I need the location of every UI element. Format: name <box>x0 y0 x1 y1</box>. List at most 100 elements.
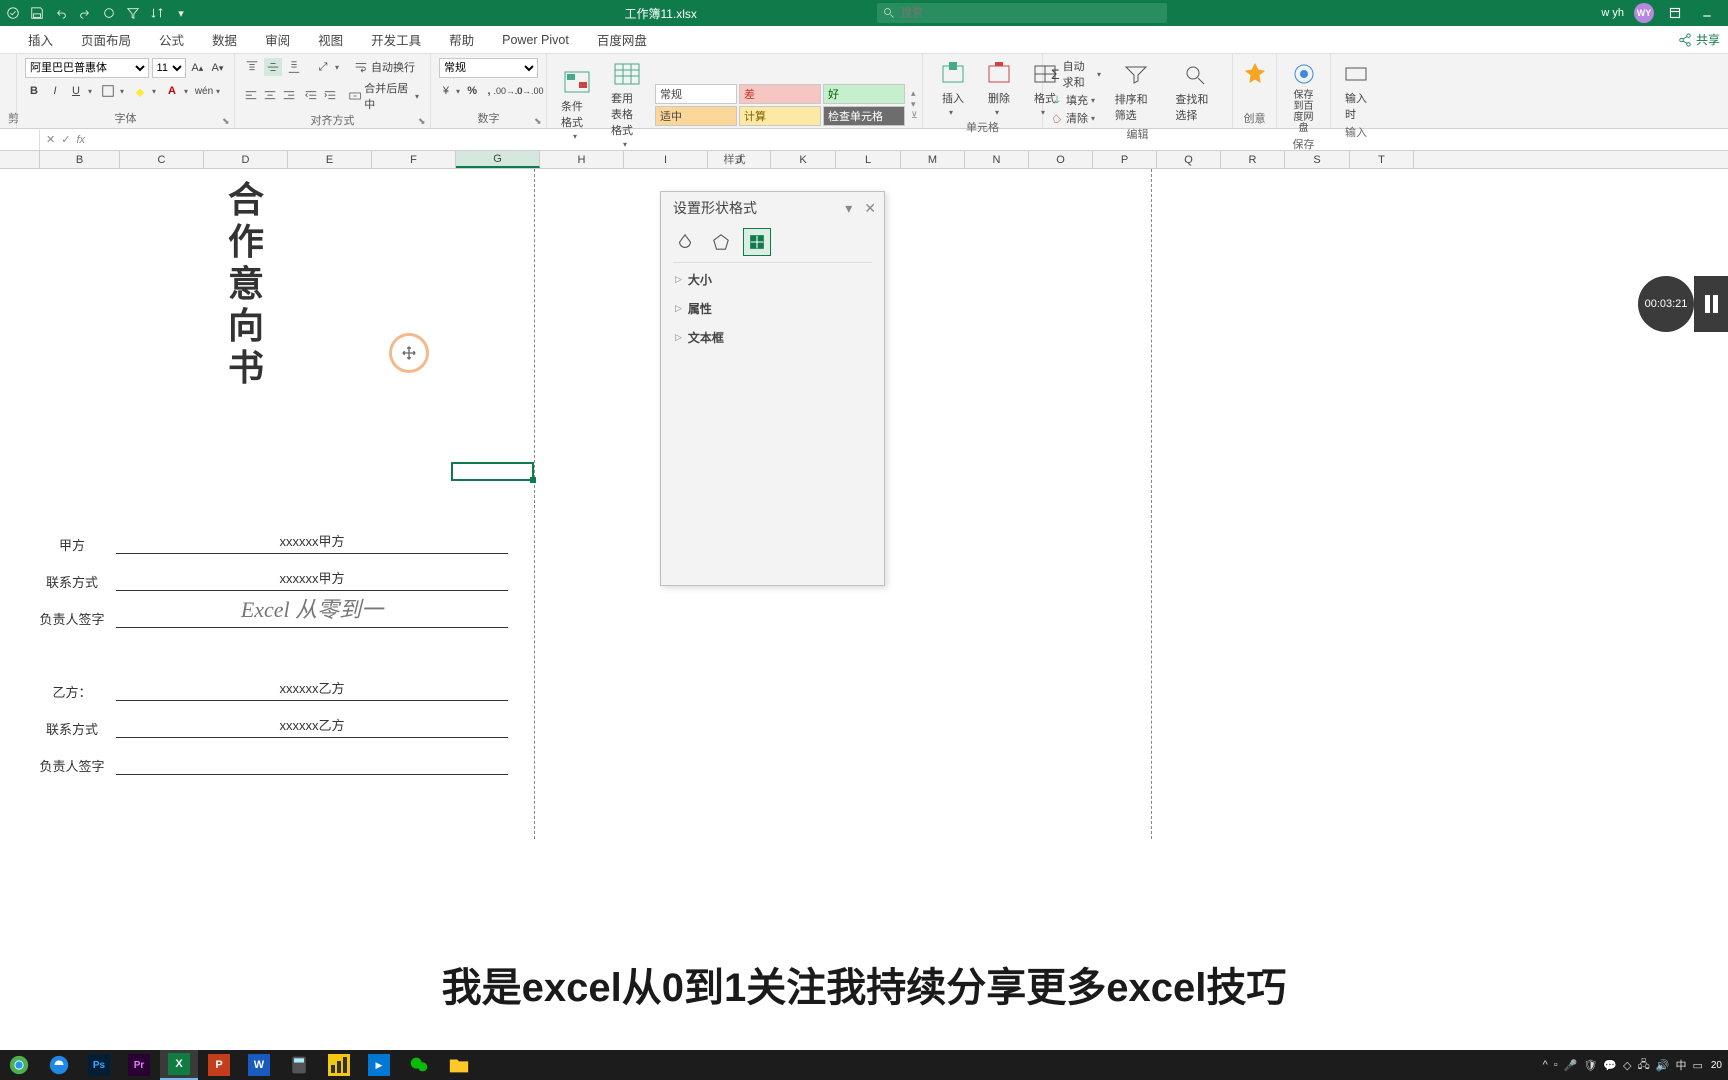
bold-icon[interactable]: B <box>25 82 43 100</box>
system-tray[interactable]: ^ ▫ 🎤 🛡 💬 ◇ 🖧 🔊 中 ▭ <box>1543 1056 1703 1075</box>
autosave-icon[interactable] <box>4 4 22 22</box>
pane-section-文本框[interactable]: ▷文本框 <box>661 323 884 352</box>
share-button[interactable]: 共享 <box>1678 31 1728 48</box>
sort-filter-button[interactable]: 排序和筛选 <box>1109 59 1164 125</box>
minimize-icon[interactable] <box>1696 2 1718 24</box>
style-bad[interactable]: 差 <box>739 84 821 104</box>
fill-button[interactable]: 填充▾ <box>1051 92 1103 108</box>
col-header-Q[interactable]: Q <box>1157 151 1221 168</box>
col-header-P[interactable]: P <box>1093 151 1157 168</box>
pause-button[interactable] <box>1694 276 1728 332</box>
col-header-D[interactable]: D <box>204 151 288 168</box>
style-good[interactable]: 好 <box>823 84 905 104</box>
col-header-T[interactable]: T <box>1350 151 1414 168</box>
fill-line-tab[interactable] <box>671 228 699 256</box>
ribbon-display-icon[interactable] <box>1664 2 1686 24</box>
find-select-button[interactable]: 查找和选择 <box>1169 59 1224 125</box>
word-icon[interactable]: W <box>240 1050 278 1080</box>
style-normal[interactable]: 常规 <box>655 84 737 104</box>
col-header-E[interactable]: E <box>288 151 372 168</box>
chrome-icon[interactable] <box>0 1050 38 1080</box>
style-calc[interactable]: 计算 <box>739 106 821 126</box>
col-header-S[interactable]: S <box>1285 151 1350 168</box>
align-top-icon[interactable] <box>243 58 261 76</box>
col-header-N[interactable]: N <box>965 151 1029 168</box>
styles-more-icon[interactable]: ⊻ <box>911 110 918 121</box>
number-format-select[interactable]: 常规 <box>439 58 538 78</box>
tab-百度网盘[interactable]: 百度网盘 <box>583 26 661 54</box>
tab-插入[interactable]: 插入 <box>14 26 67 54</box>
decrease-decimal-icon[interactable]: .0→.00 <box>520 82 538 100</box>
pane-section-属性[interactable]: ▷属性 <box>661 294 884 323</box>
clock[interactable]: 20 <box>1711 1060 1722 1071</box>
delete-cells-button[interactable]: 删除▾ <box>977 58 1021 119</box>
ideas-button[interactable] <box>1241 58 1268 90</box>
insert-cells-button[interactable]: 插入▾ <box>931 58 975 119</box>
save-icon[interactable] <box>28 4 46 22</box>
col-header-O[interactable]: O <box>1029 151 1093 168</box>
col-header-G[interactable]: G <box>456 151 540 168</box>
cancel-icon[interactable]: ✕ <box>46 133 55 146</box>
increase-indent-icon[interactable] <box>322 87 338 105</box>
italic-icon[interactable]: I <box>46 82 64 100</box>
pane-section-大小[interactable]: ▷大小 <box>661 265 884 294</box>
pane-close-icon[interactable]: ✕ <box>864 200 876 217</box>
decrease-indent-icon[interactable] <box>303 87 319 105</box>
search-bar[interactable] <box>877 3 1167 23</box>
size-properties-tab[interactable] <box>743 228 771 256</box>
font-expand-icon[interactable]: ⬊ <box>222 116 232 126</box>
style-neutral[interactable]: 适中 <box>655 106 737 126</box>
touch-icon[interactable] <box>100 4 118 22</box>
photoshop-icon[interactable]: Ps <box>80 1050 118 1080</box>
conditional-format-button[interactable]: 条件格式▾ <box>555 66 599 143</box>
browser-icon[interactable] <box>40 1050 78 1080</box>
explorer-icon[interactable] <box>440 1050 478 1080</box>
excel-icon[interactable]: X <box>160 1050 198 1080</box>
pane-dropdown-icon[interactable]: ▾ <box>845 200 852 217</box>
baidu-save-button[interactable]: 保存到百度网盘 <box>1285 58 1322 136</box>
orientation-icon[interactable]: ⤢ <box>314 58 332 76</box>
tab-页面布局[interactable]: 页面布局 <box>67 26 145 54</box>
autosum-button[interactable]: Σ自动求和▾ <box>1051 58 1103 90</box>
underline-icon[interactable]: U <box>67 82 85 100</box>
font-name-select[interactable]: 阿里巴巴普惠体 <box>25 58 149 78</box>
percent-icon[interactable]: % <box>465 82 479 100</box>
wrap-text-button[interactable]: 自动换行 <box>354 59 415 75</box>
table-format-button[interactable]: 套用表格格式▾ <box>605 58 649 151</box>
calculator-icon[interactable] <box>280 1050 318 1080</box>
tab-视图[interactable]: 视图 <box>304 26 357 54</box>
undo-icon[interactable] <box>52 4 70 22</box>
sort-icon[interactable] <box>148 4 166 22</box>
align-expand-icon[interactable]: ⬊ <box>418 116 428 126</box>
enter-icon[interactable]: ✓ <box>61 133 70 146</box>
tab-数据[interactable]: 数据 <box>198 26 251 54</box>
col-header-B[interactable]: B <box>40 151 120 168</box>
increase-font-icon[interactable]: A▴ <box>189 59 206 77</box>
align-right-icon[interactable] <box>281 87 297 105</box>
phonetic-icon[interactable]: wén <box>195 82 213 100</box>
merge-center-button[interactable]: 合并后居中▾ <box>349 80 422 112</box>
align-center-icon[interactable] <box>262 87 278 105</box>
tab-开发工具[interactable]: 开发工具 <box>357 26 435 54</box>
font-color-icon[interactable]: A <box>163 82 181 100</box>
name-box[interactable] <box>0 130 40 150</box>
qat-dropdown-icon[interactable]: ▾ <box>172 4 190 22</box>
powerbi-icon[interactable] <box>320 1050 358 1080</box>
fx-icon[interactable]: fx <box>76 134 85 146</box>
tab-公式[interactable]: 公式 <box>145 26 198 54</box>
effects-tab[interactable] <box>707 228 735 256</box>
powerpoint-icon[interactable]: P <box>200 1050 238 1080</box>
tab-帮助[interactable]: 帮助 <box>435 26 488 54</box>
wechat-icon[interactable] <box>400 1050 438 1080</box>
number-expand-icon[interactable]: ⬊ <box>534 116 544 126</box>
align-left-icon[interactable] <box>243 87 259 105</box>
premiere-icon[interactable]: Pr <box>120 1050 158 1080</box>
recorder-icon[interactable]: ▶ <box>360 1050 398 1080</box>
style-check[interactable]: 检查单元格 <box>823 106 905 126</box>
col-header-C[interactable]: C <box>120 151 204 168</box>
avatar[interactable]: WY <box>1634 3 1654 23</box>
redo-icon[interactable] <box>76 4 94 22</box>
fill-color-icon[interactable] <box>131 82 149 100</box>
tab-Power Pivot[interactable]: Power Pivot <box>488 26 583 54</box>
search-input[interactable] <box>901 7 1161 19</box>
